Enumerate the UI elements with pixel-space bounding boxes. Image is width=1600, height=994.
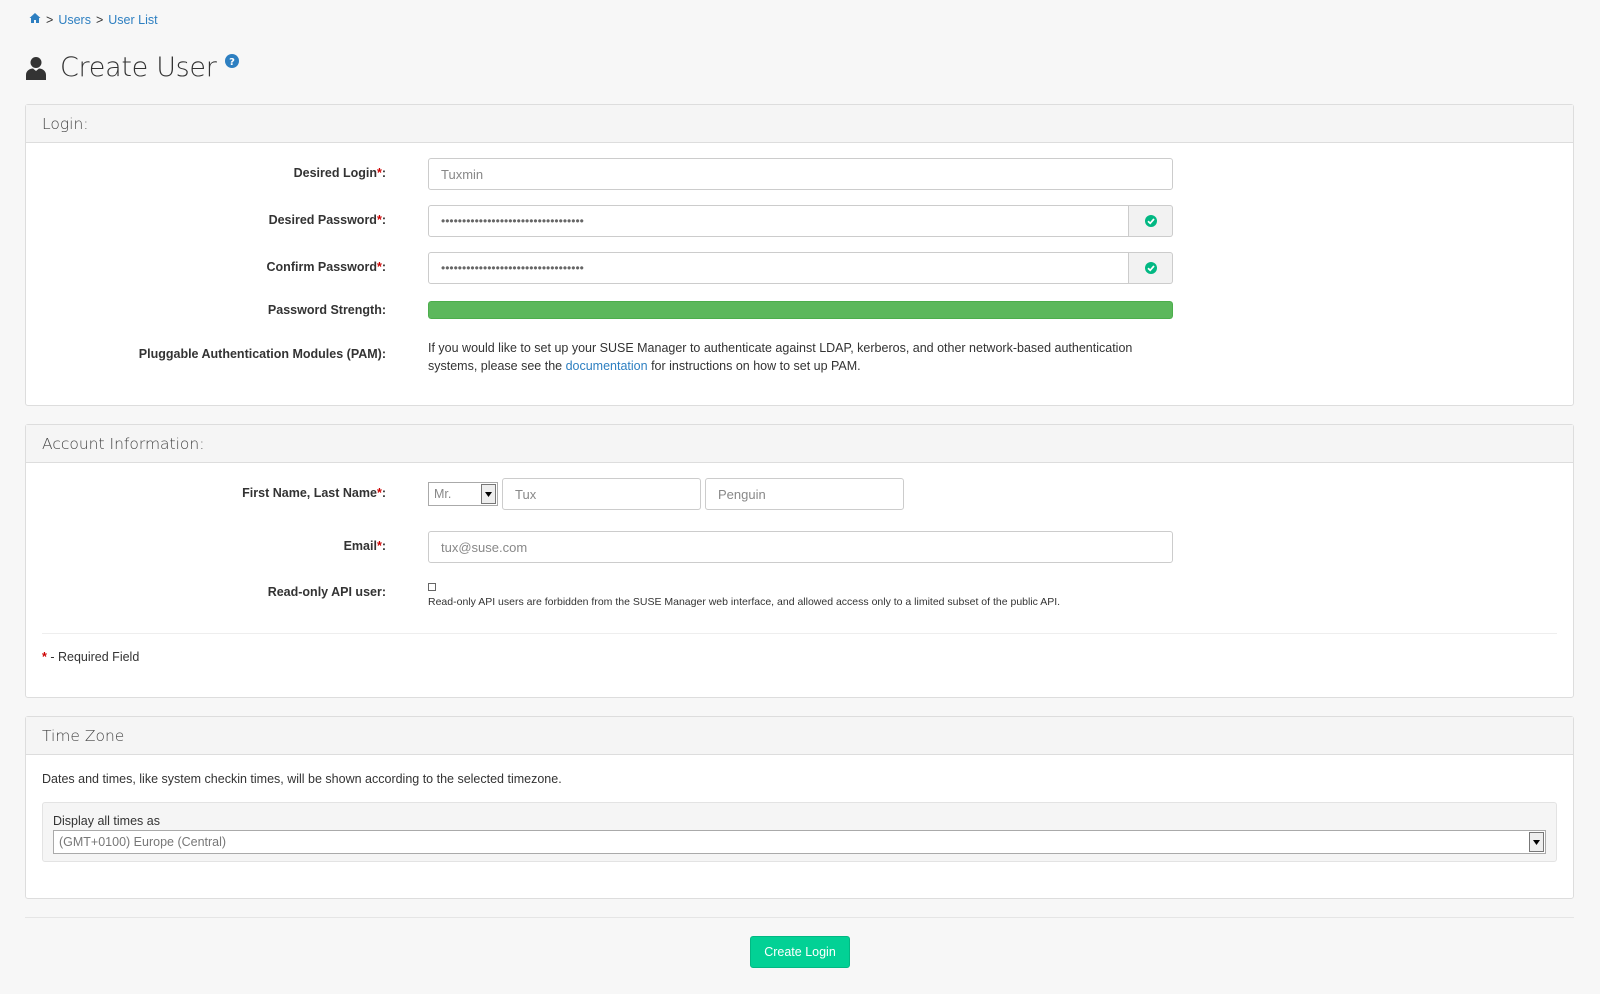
breadcrumb-separator: >	[46, 12, 54, 27]
divider	[25, 917, 1574, 918]
readonly-api-help: Read-only API users are forbidden from t…	[428, 596, 1061, 608]
desired-login-input[interactable]: Tuxmin	[428, 158, 1173, 190]
breadcrumb-separator: >	[95, 12, 104, 27]
chevron-down-icon	[481, 484, 496, 504]
required-field-note: * - Required Field	[42, 650, 140, 664]
login-panel: Login: Desired Login*: Tuxmin Desired Pa…	[25, 104, 1574, 406]
home-icon	[29, 13, 41, 23]
divider	[42, 633, 1557, 634]
timezone-panel-heading: Time Zone	[26, 717, 1573, 755]
account-panel: Account Information: First Name, Last Na…	[25, 424, 1574, 698]
password-strength-bar	[428, 301, 1173, 319]
pam-description: If you would like to set up your SUSE Ma…	[428, 341, 1133, 373]
last-name-input[interactable]: Penguin	[705, 478, 904, 510]
chevron-down-icon	[1529, 832, 1544, 852]
password-strength-fill	[428, 301, 1173, 319]
timezone-description: Dates and times, like system checkin tim…	[42, 772, 562, 786]
page-header: Create User ?	[26, 52, 239, 83]
check-circle-icon	[1144, 262, 1157, 274]
timezone-select[interactable]: (GMT+0100) Europe (Central)	[53, 830, 1546, 854]
page-title: Create User	[60, 52, 217, 83]
readonly-api-checkbox[interactable]	[428, 583, 436, 591]
first-name-input[interactable]: Tux	[502, 478, 701, 510]
user-icon	[26, 56, 46, 80]
timezone-well: Display all times as (GMT+0100) Europe (…	[42, 802, 1557, 862]
login-panel-heading: Login:	[26, 105, 1573, 143]
documentation-link[interactable]: documentation	[566, 359, 648, 373]
desired-password-label: Desired Password*:	[268, 213, 386, 227]
svg-text:?: ?	[229, 57, 235, 68]
timezone-panel: Time Zone Dates and times, like system c…	[25, 716, 1574, 899]
name-label: First Name, Last Name*:	[242, 486, 386, 500]
account-panel-heading: Account Information:	[26, 425, 1573, 463]
create-login-button[interactable]: Create Login	[750, 936, 850, 968]
confirm-valid-addon	[1129, 252, 1173, 284]
name-prefix-select[interactable]: Mr.	[428, 482, 498, 506]
confirm-password-label: Confirm Password*:	[266, 260, 386, 274]
readonly-api-label: Read-only API user:	[267, 585, 386, 599]
desired-password-input[interactable]: ••••••••••••••••••••••••••••••••••	[428, 205, 1129, 237]
breadcrumb-home-link[interactable]	[29, 12, 41, 27]
email-label: Email*:	[343, 539, 386, 553]
timezone-select-label: Display all times as	[53, 814, 160, 828]
password-valid-addon	[1129, 205, 1173, 237]
breadcrumb: > Users > User List	[29, 12, 158, 27]
breadcrumb-user-list-link[interactable]: User List	[108, 13, 157, 27]
pam-label: Pluggable Authentication Modules (PAM):	[138, 347, 386, 361]
email-input[interactable]: tux@suse.com	[428, 531, 1173, 563]
desired-login-label: Desired Login*:	[293, 166, 386, 180]
check-circle-icon	[1144, 215, 1157, 227]
confirm-password-input[interactable]: ••••••••••••••••••••••••••••••••••	[428, 252, 1129, 284]
password-strength-label: Password Strength:	[267, 303, 386, 317]
breadcrumb-users-link[interactable]: Users	[58, 13, 91, 27]
question-circle-icon[interactable]: ?	[224, 53, 239, 68]
